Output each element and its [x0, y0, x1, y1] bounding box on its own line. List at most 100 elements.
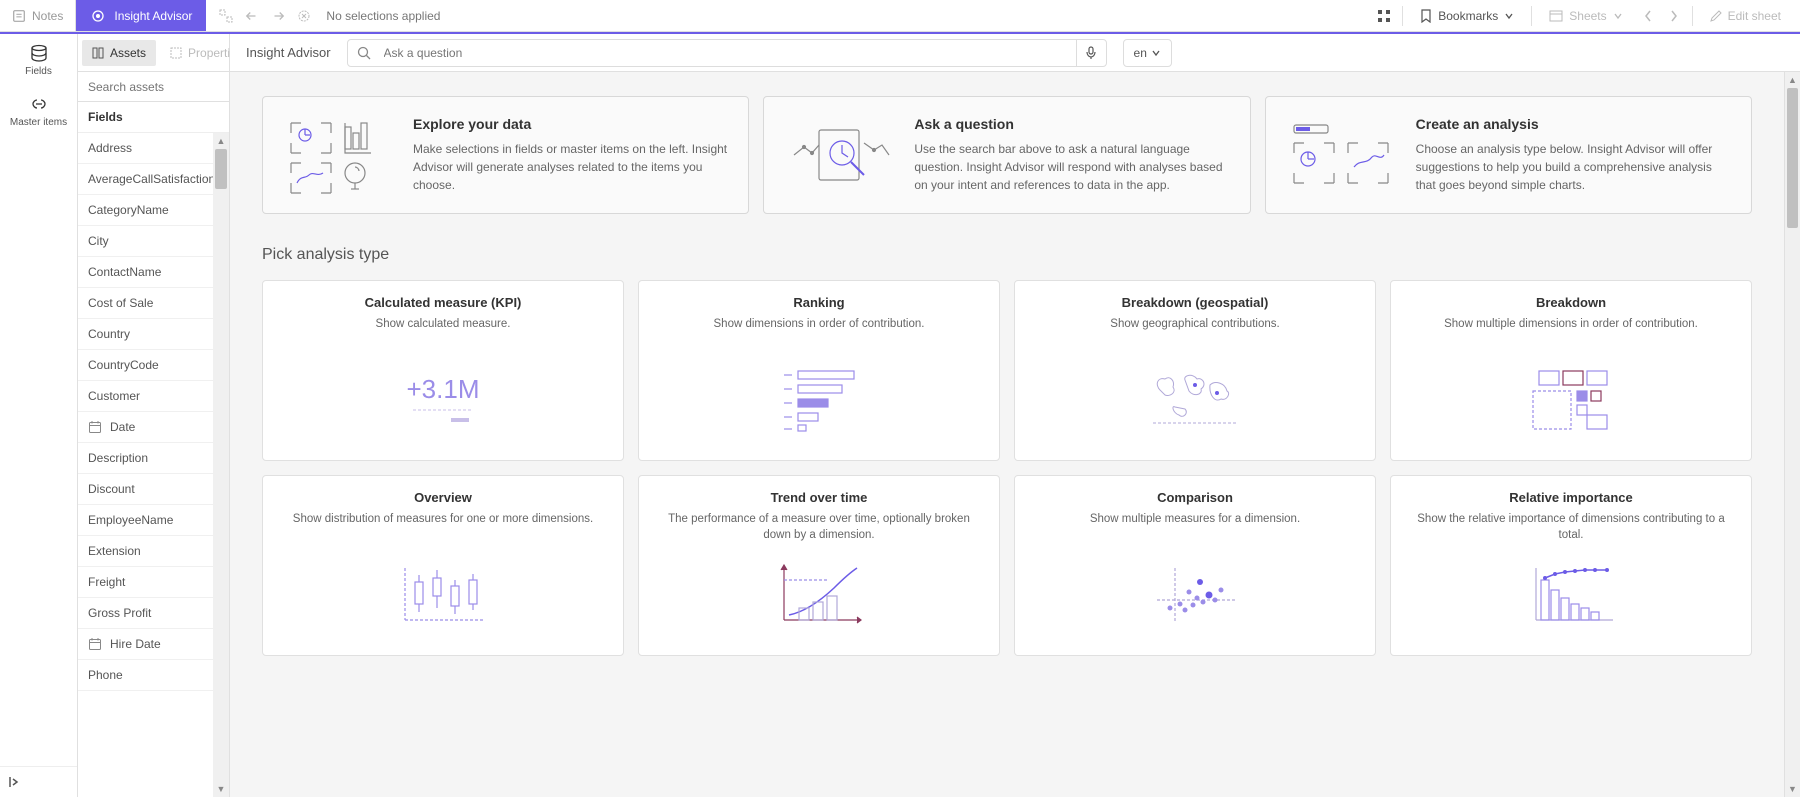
left-nav: Fields Master items [0, 34, 78, 797]
analysis-ranking-desc: Show dimensions in order of contribution… [655, 316, 983, 348]
field-label: Gross Profit [88, 606, 151, 620]
field-item[interactable]: Gross Profit [78, 598, 213, 629]
clear-selections-button[interactable] [292, 4, 316, 28]
field-item[interactable]: CountryCode [78, 350, 213, 381]
field-label: Extension [88, 544, 141, 558]
prev-sheet-button[interactable] [1636, 4, 1660, 28]
field-item[interactable]: Phone [78, 660, 213, 691]
analysis-relative-desc: Show the relative importance of dimensio… [1407, 511, 1735, 543]
bookmarks-label: Bookmarks [1438, 9, 1498, 23]
field-item[interactable]: Country [78, 319, 213, 350]
field-item[interactable]: EmployeeName [78, 505, 213, 536]
field-item[interactable]: City [78, 226, 213, 257]
field-item[interactable]: Cost of Sale [78, 288, 213, 319]
edit-sheet-button[interactable]: Edit sheet [1699, 2, 1792, 30]
field-label: Phone [88, 668, 123, 682]
analysis-geospatial[interactable]: Breakdown (geospatial) Show geographical… [1014, 280, 1376, 461]
divider [1531, 6, 1532, 26]
field-label: AverageCallSatisfaction [88, 172, 213, 186]
analysis-relative-title: Relative importance [1407, 490, 1735, 505]
svg-text:+3.1M: +3.1M [407, 374, 480, 404]
fields-scrollbar[interactable]: ▲ ▼ [213, 133, 229, 797]
field-item[interactable]: AverageCallSatisfaction [78, 164, 213, 195]
properties-icon [170, 47, 182, 59]
scroll-down-button[interactable]: ▼ [1785, 781, 1800, 797]
field-item[interactable]: Discount [78, 474, 213, 505]
search-icon [348, 46, 380, 60]
tab-assets-label: Assets [110, 46, 146, 60]
sheets-label: Sheets [1569, 9, 1606, 23]
nav-master-items[interactable]: Master items [0, 85, 77, 136]
scroll-down-button[interactable]: ▼ [213, 781, 229, 797]
field-label: Hire Date [110, 637, 161, 651]
analysis-overview-title: Overview [279, 490, 607, 505]
field-item[interactable]: Description [78, 443, 213, 474]
analysis-relative[interactable]: Relative importance Show the relative im… [1390, 475, 1752, 656]
analysis-ranking[interactable]: Ranking Show dimensions in order of cont… [638, 280, 1000, 461]
smart-search-button[interactable] [214, 4, 238, 28]
intro-explore-title: Explore your data [413, 116, 728, 132]
explore-illustration [283, 115, 393, 195]
insight-icon [90, 8, 106, 24]
intro-card-create: Create an analysis Choose an analysis ty… [1265, 96, 1752, 214]
analysis-comparison-desc: Show multiple measures for a dimension. [1031, 511, 1359, 543]
analysis-kpi[interactable]: Calculated measure (KPI) Show calculated… [262, 280, 624, 461]
analysis-breakdown[interactable]: Breakdown Show multiple dimensions in or… [1390, 280, 1752, 461]
selection-toolbar: No selections applied [206, 0, 448, 31]
analysis-overview[interactable]: Overview Show distribution of measures f… [262, 475, 624, 656]
fields-list: Address AverageCallSatisfaction CategoryNa… [78, 133, 213, 797]
step-back-button[interactable] [240, 4, 264, 28]
field-item[interactable]: Freight [78, 567, 213, 598]
analysis-comparison[interactable]: Comparison Show multiple measures for a … [1014, 475, 1376, 656]
analysis-kpi-title: Calculated measure (KPI) [279, 295, 607, 310]
intro-card-ask: Ask a question Use the search bar above … [763, 96, 1250, 214]
notes-label: Notes [32, 9, 63, 23]
analysis-kpi-desc: Show calculated measure. [279, 316, 607, 348]
fields-section-header: Fields [78, 102, 229, 133]
step-forward-button[interactable] [266, 4, 290, 28]
insight-advisor-button[interactable]: Insight Advisor [76, 0, 206, 31]
content-header: Insight Advisor en [230, 34, 1800, 72]
bookmarks-button[interactable]: Bookmarks [1409, 2, 1525, 30]
field-item[interactable]: CategoryName [78, 195, 213, 226]
microphone-button[interactable] [1076, 40, 1106, 66]
top-bar: Notes Insight Advisor No selections appl… [0, 0, 1800, 32]
field-item[interactable]: Address [78, 133, 213, 164]
tab-assets[interactable]: Assets [82, 40, 156, 66]
field-label: Address [88, 141, 132, 155]
content-scrollbar[interactable]: ▲ ▼ [1784, 72, 1800, 797]
analysis-trend[interactable]: Trend over time The performance of a mea… [638, 475, 1000, 656]
nav-fields[interactable]: Fields [0, 34, 77, 85]
field-item[interactable]: Date [78, 412, 213, 443]
intro-card-explore: Explore your data Make selections in fie… [262, 96, 749, 214]
scroll-thumb[interactable] [215, 149, 227, 189]
ask-question-input[interactable] [380, 46, 1076, 60]
field-label: Discount [88, 482, 135, 496]
grid-icon-button[interactable] [1372, 4, 1396, 28]
notes-button[interactable]: Notes [0, 0, 76, 31]
language-button[interactable]: en [1123, 39, 1172, 67]
bookmark-icon [1420, 9, 1432, 23]
field-label: Description [88, 451, 148, 465]
field-item[interactable]: Customer [78, 381, 213, 412]
sheets-button[interactable]: Sheets [1538, 2, 1633, 30]
kpi-viz: +3.1M [279, 360, 607, 440]
assets-panel: Assets Properties Fields AddressAverageC… [78, 34, 230, 797]
field-item[interactable]: Hire Date [78, 629, 213, 660]
field-item[interactable]: Extension [78, 536, 213, 567]
scroll-thumb[interactable] [1787, 88, 1798, 228]
assets-icon [92, 47, 104, 59]
analysis-geospatial-title: Breakdown (geospatial) [1031, 295, 1359, 310]
intro-create-title: Create an analysis [1416, 116, 1731, 132]
scroll-up-button[interactable]: ▲ [1785, 72, 1800, 88]
next-sheet-button[interactable] [1662, 4, 1686, 28]
collapse-nav-button[interactable] [0, 766, 77, 797]
search-assets-input[interactable] [78, 72, 229, 102]
page-title: Insight Advisor [246, 45, 331, 60]
scroll-up-button[interactable]: ▲ [213, 133, 229, 149]
main-layout: Fields Master items Assets Properties Fi… [0, 34, 1800, 797]
analysis-trend-desc: The performance of a measure over time, … [655, 511, 983, 543]
field-item[interactable]: ContactName [78, 257, 213, 288]
analysis-breakdown-desc: Show multiple dimensions in order of con… [1407, 316, 1735, 348]
intro-ask-title: Ask a question [914, 116, 1229, 132]
